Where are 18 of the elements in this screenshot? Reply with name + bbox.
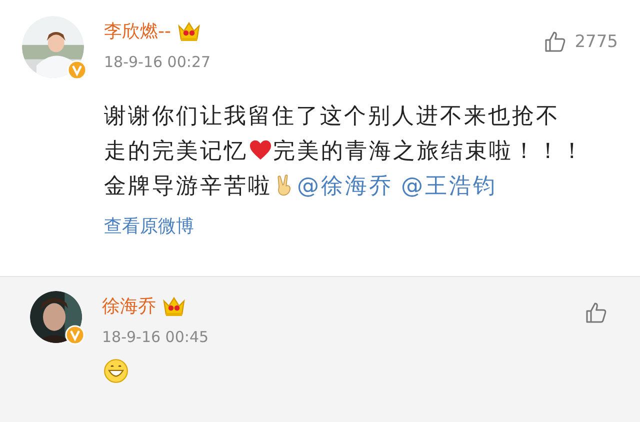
smiley-icon: [103, 358, 129, 384]
crown-icon: [162, 295, 186, 317]
comment-text: 谢谢你们让我留住了这个别人进不来也抢不 走的完美记忆 完美的青海之旅结束啦！！！ 金牌导游辛苦啦 @徐海乔 @王浩钧: [104, 103, 585, 201]
post-time: 18-9-16 00:27: [104, 53, 211, 71]
like-button[interactable]: 2775: [542, 30, 618, 54]
author-name[interactable]: 李欣燃--: [104, 19, 171, 43]
verified-badge-icon: [67, 60, 87, 80]
post-time: 18-9-16 00:45: [102, 328, 209, 346]
author-name[interactable]: 徐海乔: [102, 294, 156, 318]
mention-link[interactable]: @王浩钧: [401, 174, 497, 199]
thumbs-up-icon: [584, 301, 608, 325]
view-original-link[interactable]: 查看原微博: [104, 214, 194, 238]
heart-icon: [249, 139, 272, 161]
crown-icon: [177, 20, 201, 42]
like-button[interactable]: [584, 301, 608, 325]
verified-badge-icon: [65, 325, 85, 345]
mention-link[interactable]: @徐海乔: [297, 174, 393, 199]
thumbs-up-icon: [542, 30, 567, 54]
